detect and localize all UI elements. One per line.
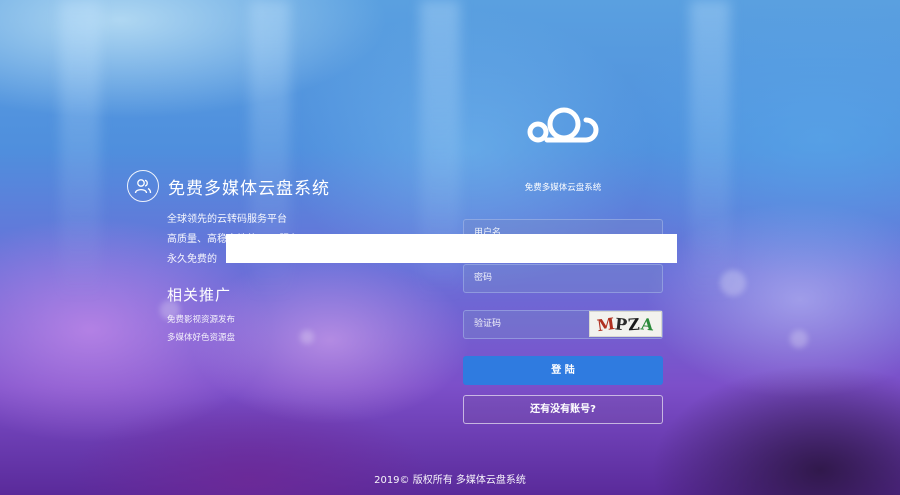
intro-title: 免费多媒体云盘系统 bbox=[168, 178, 330, 199]
users-icon bbox=[127, 170, 159, 202]
register-button[interactable]: 还有没有账号? bbox=[463, 395, 663, 424]
login-page-background: 免费多媒体云盘系统 全球领先的云转码服务平台 高质量、高稳定性的CDN服务 永久… bbox=[0, 0, 900, 495]
bokeh-light bbox=[790, 330, 808, 348]
brand-name: 免费多媒体云盘系统 bbox=[524, 183, 602, 193]
login-button[interactable]: 登 陆 bbox=[463, 356, 663, 385]
password-input[interactable]: 密码 bbox=[463, 264, 663, 293]
redaction-bar bbox=[226, 234, 677, 263]
footer-copyright: 2019© 版权所有 多媒体云盘系统 bbox=[374, 475, 526, 486]
captcha-image[interactable]: M P Z A bbox=[589, 311, 662, 337]
related-link[interactable]: 免费影视资源发布 bbox=[167, 311, 330, 329]
related-title: 相关推广 bbox=[167, 286, 232, 304]
bokeh-light bbox=[720, 270, 746, 296]
captcha-char: A bbox=[640, 313, 656, 335]
light-streak bbox=[690, 0, 730, 300]
cloud-logo-icon bbox=[523, 94, 605, 154]
related-link[interactable]: 多媒体好色资源盘 bbox=[167, 329, 330, 347]
light-streak bbox=[60, 0, 100, 300]
intro-line: 全球领先的云转码服务平台 bbox=[167, 214, 287, 225]
